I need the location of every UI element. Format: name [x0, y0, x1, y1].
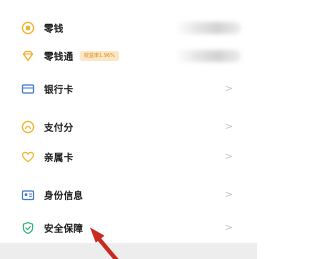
balance-value — [175, 22, 241, 34]
chevron-right-icon: > — [224, 151, 233, 163]
heart-card-icon — [21, 150, 35, 164]
menu-item-label: 零钱通 — [44, 52, 74, 63]
menu-item-change-plus[interactable]: 零钱通 收益率1.96% — [0, 40, 257, 72]
menu-item-label: 安全保障 — [44, 224, 84, 235]
menu-item-label: 身份信息 — [44, 191, 84, 202]
diamond-icon — [21, 49, 35, 63]
menu-item-pay-score[interactable]: 支付分 > — [0, 111, 257, 143]
chevron-right-icon: > — [224, 83, 233, 95]
yield-badge: 收益率1.96% — [80, 51, 119, 61]
menu-item-label: 支付分 — [44, 123, 74, 134]
chevron-right-icon: > — [224, 189, 233, 201]
wallet-menu: 零钱 零钱通 收益率1.96% 银行卡 > 支付分 > 亲属卡 > 身份信息 >… — [0, 0, 257, 259]
card-icon — [21, 82, 35, 96]
balance-value — [175, 50, 241, 62]
coin-icon — [21, 21, 35, 35]
shield-icon — [21, 221, 35, 235]
id-icon — [21, 188, 35, 202]
score-icon — [21, 120, 35, 134]
menu-item-label: 零钱 — [44, 24, 64, 35]
section-divider — [0, 243, 257, 259]
chevron-right-icon: > — [224, 222, 233, 234]
annotation-arrow-icon — [90, 227, 119, 259]
chevron-right-icon: > — [224, 121, 233, 133]
menu-item-identity[interactable]: 身份信息 > — [0, 179, 257, 211]
menu-item-label: 银行卡 — [44, 85, 74, 96]
menu-item-security[interactable]: 安全保障 > — [0, 212, 257, 244]
menu-item-label: 亲属卡 — [44, 153, 74, 164]
menu-item-bank-card[interactable]: 银行卡 > — [0, 73, 257, 105]
menu-item-family-card[interactable]: 亲属卡 > — [0, 141, 257, 173]
